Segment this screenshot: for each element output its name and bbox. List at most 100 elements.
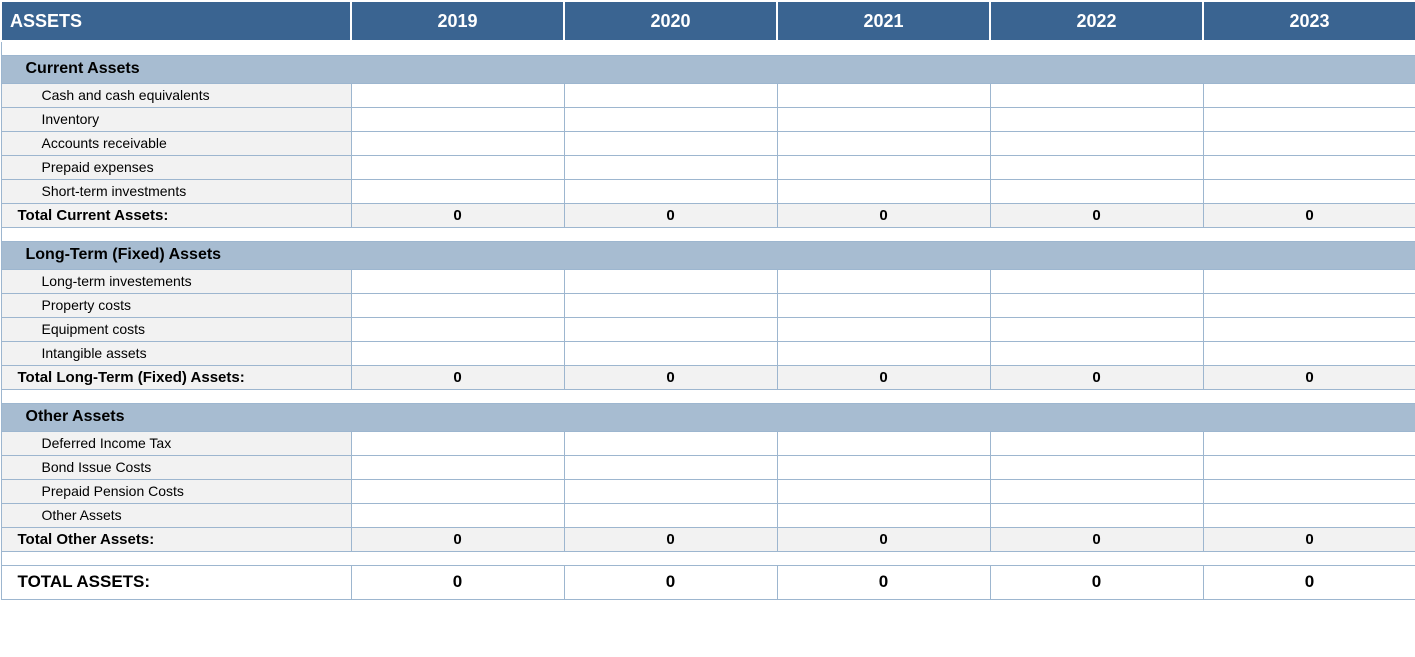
subtotal-value: 0: [564, 365, 777, 389]
line-item: Property costs: [1, 293, 1415, 317]
subtotal-label: Total Current Assets:: [1, 203, 351, 227]
line-value[interactable]: [564, 341, 777, 365]
line-item: Prepaid expenses: [1, 155, 1415, 179]
line-value[interactable]: [564, 431, 777, 455]
line-value[interactable]: [564, 107, 777, 131]
line-value[interactable]: [564, 317, 777, 341]
line-value[interactable]: [990, 83, 1203, 107]
line-value[interactable]: [990, 455, 1203, 479]
line-value[interactable]: [990, 317, 1203, 341]
line-item: Inventory: [1, 107, 1415, 131]
line-value[interactable]: [990, 269, 1203, 293]
subtotal-label: Total Long-Term (Fixed) Assets:: [1, 365, 351, 389]
grand-total-label: TOTAL ASSETS:: [1, 565, 351, 599]
section-name: Other Assets: [1, 403, 1415, 431]
subtotal-value: 0: [777, 203, 990, 227]
line-value[interactable]: [777, 341, 990, 365]
spacer-cell: [1, 227, 1415, 241]
line-value[interactable]: [990, 431, 1203, 455]
subtotal-value: 0: [990, 203, 1203, 227]
line-value[interactable]: [777, 155, 990, 179]
line-value[interactable]: [1203, 83, 1415, 107]
line-value[interactable]: [1203, 131, 1415, 155]
line-value[interactable]: [777, 317, 990, 341]
spacer-row: [1, 227, 1415, 241]
line-value[interactable]: [351, 293, 564, 317]
line-value[interactable]: [777, 455, 990, 479]
line-value[interactable]: [351, 431, 564, 455]
line-value[interactable]: [777, 293, 990, 317]
grand-total-value: 0: [777, 565, 990, 599]
line-value[interactable]: [990, 341, 1203, 365]
line-value[interactable]: [990, 155, 1203, 179]
line-value[interactable]: [1203, 431, 1415, 455]
line-value[interactable]: [351, 341, 564, 365]
section-heading: Other Assets: [1, 403, 1415, 431]
line-value[interactable]: [777, 431, 990, 455]
line-value[interactable]: [1203, 317, 1415, 341]
line-value[interactable]: [351, 155, 564, 179]
line-item: Bond Issue Costs: [1, 455, 1415, 479]
line-value[interactable]: [777, 83, 990, 107]
line-value[interactable]: [777, 503, 990, 527]
line-value[interactable]: [351, 455, 564, 479]
line-value[interactable]: [990, 179, 1203, 203]
line-value[interactable]: [564, 83, 777, 107]
line-label: Short-term investments: [1, 179, 351, 203]
line-value[interactable]: [990, 479, 1203, 503]
header-year: 2019: [351, 1, 564, 41]
line-value[interactable]: [564, 155, 777, 179]
line-value[interactable]: [351, 83, 564, 107]
line-value[interactable]: [1203, 155, 1415, 179]
section-heading: Long-Term (Fixed) Assets: [1, 241, 1415, 269]
line-value[interactable]: [351, 269, 564, 293]
line-value[interactable]: [564, 131, 777, 155]
line-item: Equipment costs: [1, 317, 1415, 341]
header-year: 2020: [564, 1, 777, 41]
line-value[interactable]: [564, 179, 777, 203]
spacer-cell: [1, 389, 1415, 403]
line-value[interactable]: [564, 503, 777, 527]
line-value[interactable]: [777, 269, 990, 293]
line-value[interactable]: [1203, 269, 1415, 293]
line-value[interactable]: [990, 503, 1203, 527]
balance-sheet-table: ASSETS20192020202120222023Current Assets…: [0, 0, 1415, 600]
line-value[interactable]: [1203, 341, 1415, 365]
line-value[interactable]: [777, 479, 990, 503]
line-value[interactable]: [351, 179, 564, 203]
line-value[interactable]: [777, 107, 990, 131]
grand-total-row: TOTAL ASSETS:00000: [1, 565, 1415, 599]
line-value[interactable]: [1203, 503, 1415, 527]
line-value[interactable]: [777, 131, 990, 155]
line-value[interactable]: [351, 317, 564, 341]
line-value[interactable]: [564, 293, 777, 317]
grand-total-value: 0: [564, 565, 777, 599]
line-value[interactable]: [1203, 179, 1415, 203]
line-value[interactable]: [564, 479, 777, 503]
line-value[interactable]: [1203, 107, 1415, 131]
line-value[interactable]: [777, 179, 990, 203]
line-label: Bond Issue Costs: [1, 455, 351, 479]
line-value[interactable]: [351, 107, 564, 131]
line-value[interactable]: [351, 479, 564, 503]
header-row: ASSETS20192020202120222023: [1, 1, 1415, 41]
line-value[interactable]: [990, 293, 1203, 317]
line-value[interactable]: [1203, 293, 1415, 317]
line-value[interactable]: [564, 269, 777, 293]
subtotal-value: 0: [1203, 203, 1415, 227]
line-value[interactable]: [990, 131, 1203, 155]
line-value[interactable]: [1203, 479, 1415, 503]
subtotal-row: Total Other Assets:00000: [1, 527, 1415, 551]
line-value[interactable]: [351, 131, 564, 155]
line-value[interactable]: [564, 455, 777, 479]
line-value[interactable]: [351, 503, 564, 527]
line-item: Prepaid Pension Costs: [1, 479, 1415, 503]
line-value[interactable]: [990, 107, 1203, 131]
grand-total-value: 0: [351, 565, 564, 599]
line-value[interactable]: [1203, 455, 1415, 479]
subtotal-row: Total Current Assets:00000: [1, 203, 1415, 227]
subtotal-value: 0: [1203, 365, 1415, 389]
subtotal-value: 0: [1203, 527, 1415, 551]
subtotal-value: 0: [777, 365, 990, 389]
line-item: Accounts receivable: [1, 131, 1415, 155]
